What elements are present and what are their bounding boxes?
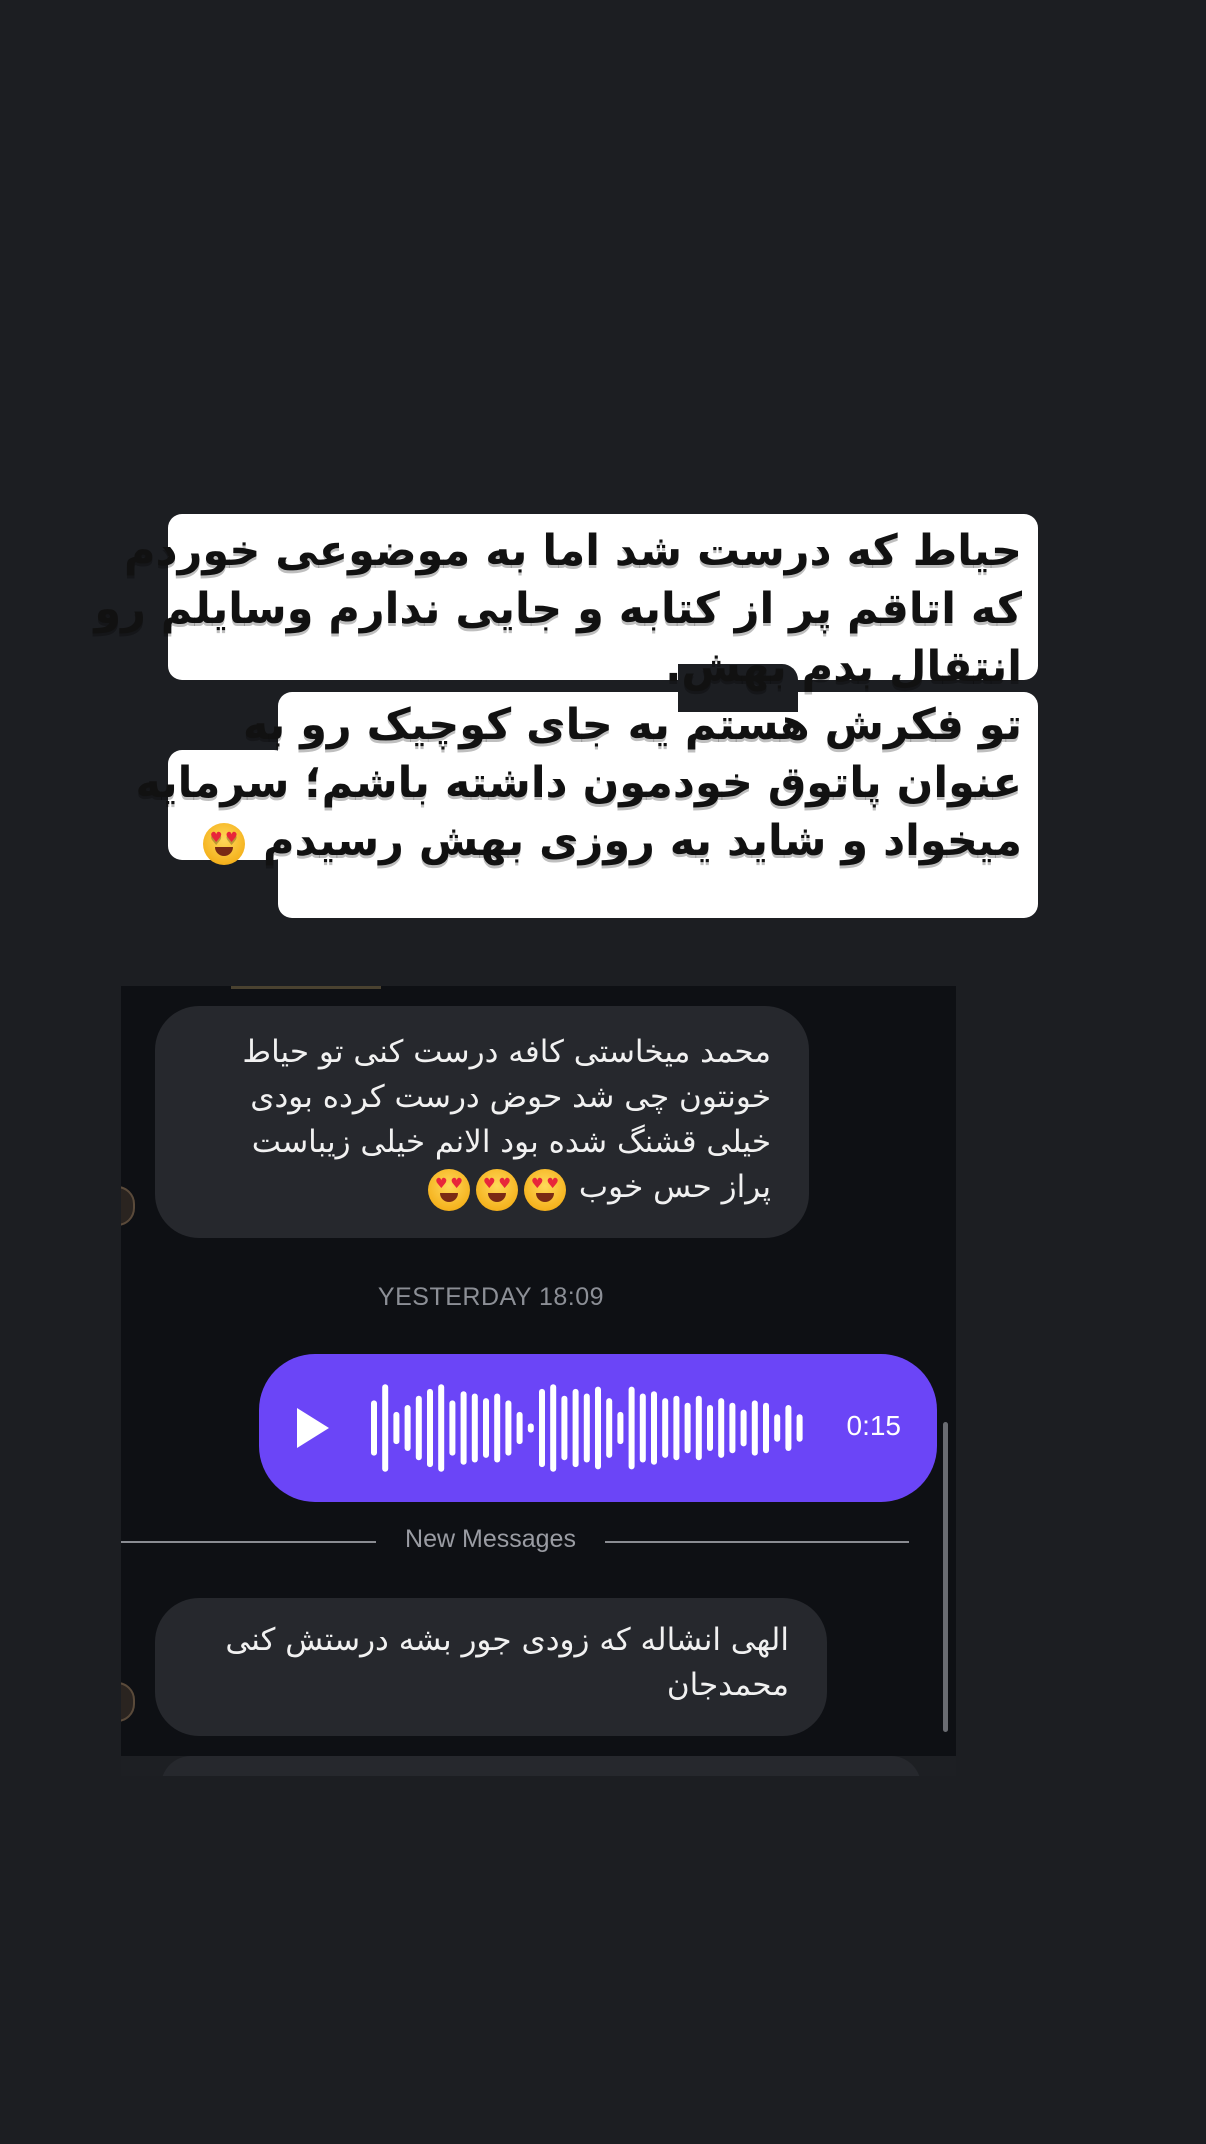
voice-duration: 0:15: [846, 1410, 902, 1441]
waveform-bar: [628, 1386, 635, 1470]
scrollbar[interactable]: [943, 1422, 948, 1732]
chat-screenshot: محمد میخاستی کافه درست کنی تو حیاط خونتو…: [121, 986, 956, 1776]
message-line-last: پراز حس خوب: [183, 1165, 771, 1211]
waveform-bar: [483, 1398, 489, 1458]
waveform-bar: [404, 1405, 411, 1451]
waveform-bar: [684, 1402, 691, 1454]
waveform-bar: [785, 1405, 792, 1451]
story-caption: حیاط که درست شد اما به موضوعی خوردم که ا…: [94, 514, 1038, 918]
waveform-bar: [651, 1391, 657, 1465]
waveform-bar: [516, 1411, 523, 1445]
waveform-bar: [662, 1398, 669, 1458]
waveform-bar: [382, 1384, 389, 1472]
waveform-bar: [460, 1391, 467, 1465]
message-line: محمدجان: [666, 1667, 789, 1703]
waveform-bar: [415, 1395, 422, 1461]
message-line: پراز حس خوب: [578, 1169, 771, 1205]
waveform-bar: [438, 1384, 445, 1472]
waveform-bar: [572, 1388, 579, 1468]
heart-eyes-emoji-icon: [428, 1168, 471, 1211]
waveform-bar: [393, 1411, 400, 1445]
incoming-message-bubble[interactable]: الهی انشاله که زودی جور بشه درستش کنی مح…: [155, 1598, 827, 1736]
caption-line: انتقال بدم بهش.: [665, 642, 1022, 692]
waveform-bar: [505, 1400, 512, 1456]
caption-text: حیاط که درست شد اما به موضوعی خوردم که ا…: [94, 522, 1022, 870]
message-line: خیلی قشنگ شده بود الانم خیلی زیباست: [251, 1124, 771, 1160]
waveform-bar: [449, 1400, 456, 1456]
voice-message-bubble[interactable]: 0:15: [259, 1354, 937, 1502]
waveform-bar: [796, 1414, 803, 1442]
caption-line: تو فکرش هستم یه جای کوچیک رو به: [243, 700, 1022, 750]
waveform-bar: [763, 1402, 769, 1454]
waveform-bar: [550, 1384, 557, 1472]
waveform-bar: [427, 1388, 433, 1468]
waveform-bar: [774, 1414, 781, 1442]
waveform-bar: [673, 1395, 680, 1461]
waveform-bar: [539, 1388, 545, 1468]
heart-eyes-emoji-icon: [202, 822, 245, 865]
waveform-bar: [561, 1395, 568, 1461]
caption-line-last: میخواد و شاید یه روزی بهش رسیدم: [186, 812, 1022, 870]
caption-line: که اتاقم پر از کتابه و جایی ندارم وسایلم…: [94, 584, 1022, 634]
emoji-group: [425, 1166, 569, 1211]
waveform-bar: [718, 1398, 725, 1458]
play-icon[interactable]: [297, 1408, 329, 1448]
caption-line: عنوان پاتوق خودمون داشته باشم؛ سرمایه: [135, 758, 1022, 808]
waveform-bar: [707, 1405, 713, 1451]
waveform-bar: [371, 1400, 377, 1456]
waveform-bar: [751, 1400, 758, 1456]
divider-line: [121, 1541, 376, 1543]
cropped-image-edge: [231, 986, 381, 989]
waveform-bar: [695, 1395, 702, 1461]
waveform-bar: [471, 1393, 478, 1463]
caption-line: حیاط که درست شد اما به موضوعی خوردم: [124, 526, 1022, 576]
waveform-bar: [595, 1386, 601, 1470]
date-separator: YESTERDAY 18:09: [377, 1283, 605, 1311]
waveform-bar: [606, 1398, 613, 1458]
message-line: خونتون چی شد حوض درست کرده بودی: [250, 1079, 771, 1115]
waveform-bar: [494, 1393, 501, 1463]
waveform-bar: [639, 1393, 646, 1463]
message-line: محمد میخاستی کافه درست کنی تو حیاط: [242, 1034, 771, 1070]
new-messages-divider-label: New Messages: [405, 1525, 576, 1553]
waveform-bar: [729, 1402, 736, 1454]
heart-eyes-emoji-icon: [524, 1168, 567, 1211]
waveform-bar: [583, 1393, 590, 1463]
avatar[interactable]: [121, 1682, 135, 1722]
message-line: الهی انشاله که زودی جور بشه درستش کنی: [225, 1622, 789, 1658]
avatar[interactable]: [121, 1186, 135, 1226]
caption-line: میخواد و شاید یه روزی بهش رسیدم: [262, 816, 1022, 866]
divider-line: [605, 1541, 909, 1543]
waveform-bar: [617, 1411, 624, 1445]
incoming-message-bubble[interactable]: محمد میخاستی کافه درست کنی تو حیاط خونتو…: [155, 1006, 809, 1238]
heart-eyes-emoji-icon: [476, 1168, 519, 1211]
waveform-bar: [740, 1409, 747, 1447]
waveform[interactable]: [369, 1354, 809, 1502]
input-bar-edge: [161, 1756, 921, 1776]
waveform-bar: [527, 1423, 534, 1433]
